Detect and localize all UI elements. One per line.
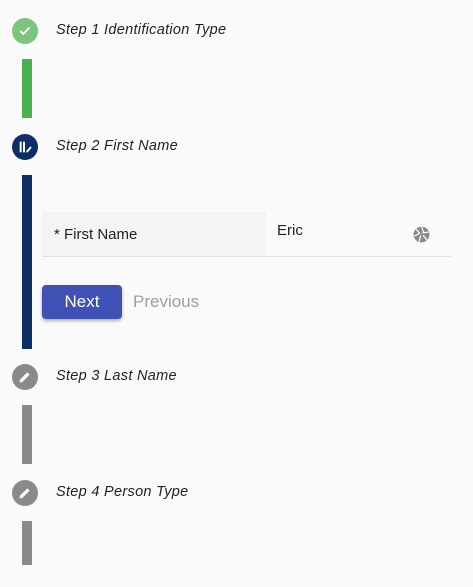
step-3-pencil-icon bbox=[12, 364, 38, 390]
step-3-label[interactable]: Step 3 Last Name bbox=[56, 368, 177, 384]
first-name-label: * First Name bbox=[54, 226, 138, 243]
step-4-connector bbox=[22, 521, 32, 565]
step-2-edit-active-icon bbox=[12, 134, 38, 160]
field-underline bbox=[42, 256, 451, 257]
step-3-connector bbox=[22, 405, 32, 464]
step-2-label[interactable]: Step 2 First Name bbox=[56, 138, 178, 154]
next-button[interactable]: Next bbox=[42, 285, 122, 319]
step-2-connector bbox=[22, 175, 32, 349]
previous-button[interactable]: Previous bbox=[133, 292, 199, 312]
first-name-label-cell: * First Name bbox=[42, 212, 266, 256]
aperture-icon[interactable] bbox=[412, 225, 431, 249]
step-1-check-icon bbox=[12, 18, 38, 44]
step-1-connector bbox=[22, 59, 32, 118]
step-1-label[interactable]: Step 1 Identification Type bbox=[56, 22, 226, 38]
first-name-input[interactable]: Eric bbox=[277, 222, 303, 239]
step-4-label[interactable]: Step 4 Person Type bbox=[56, 484, 188, 500]
step-4-pencil-icon bbox=[12, 480, 38, 506]
